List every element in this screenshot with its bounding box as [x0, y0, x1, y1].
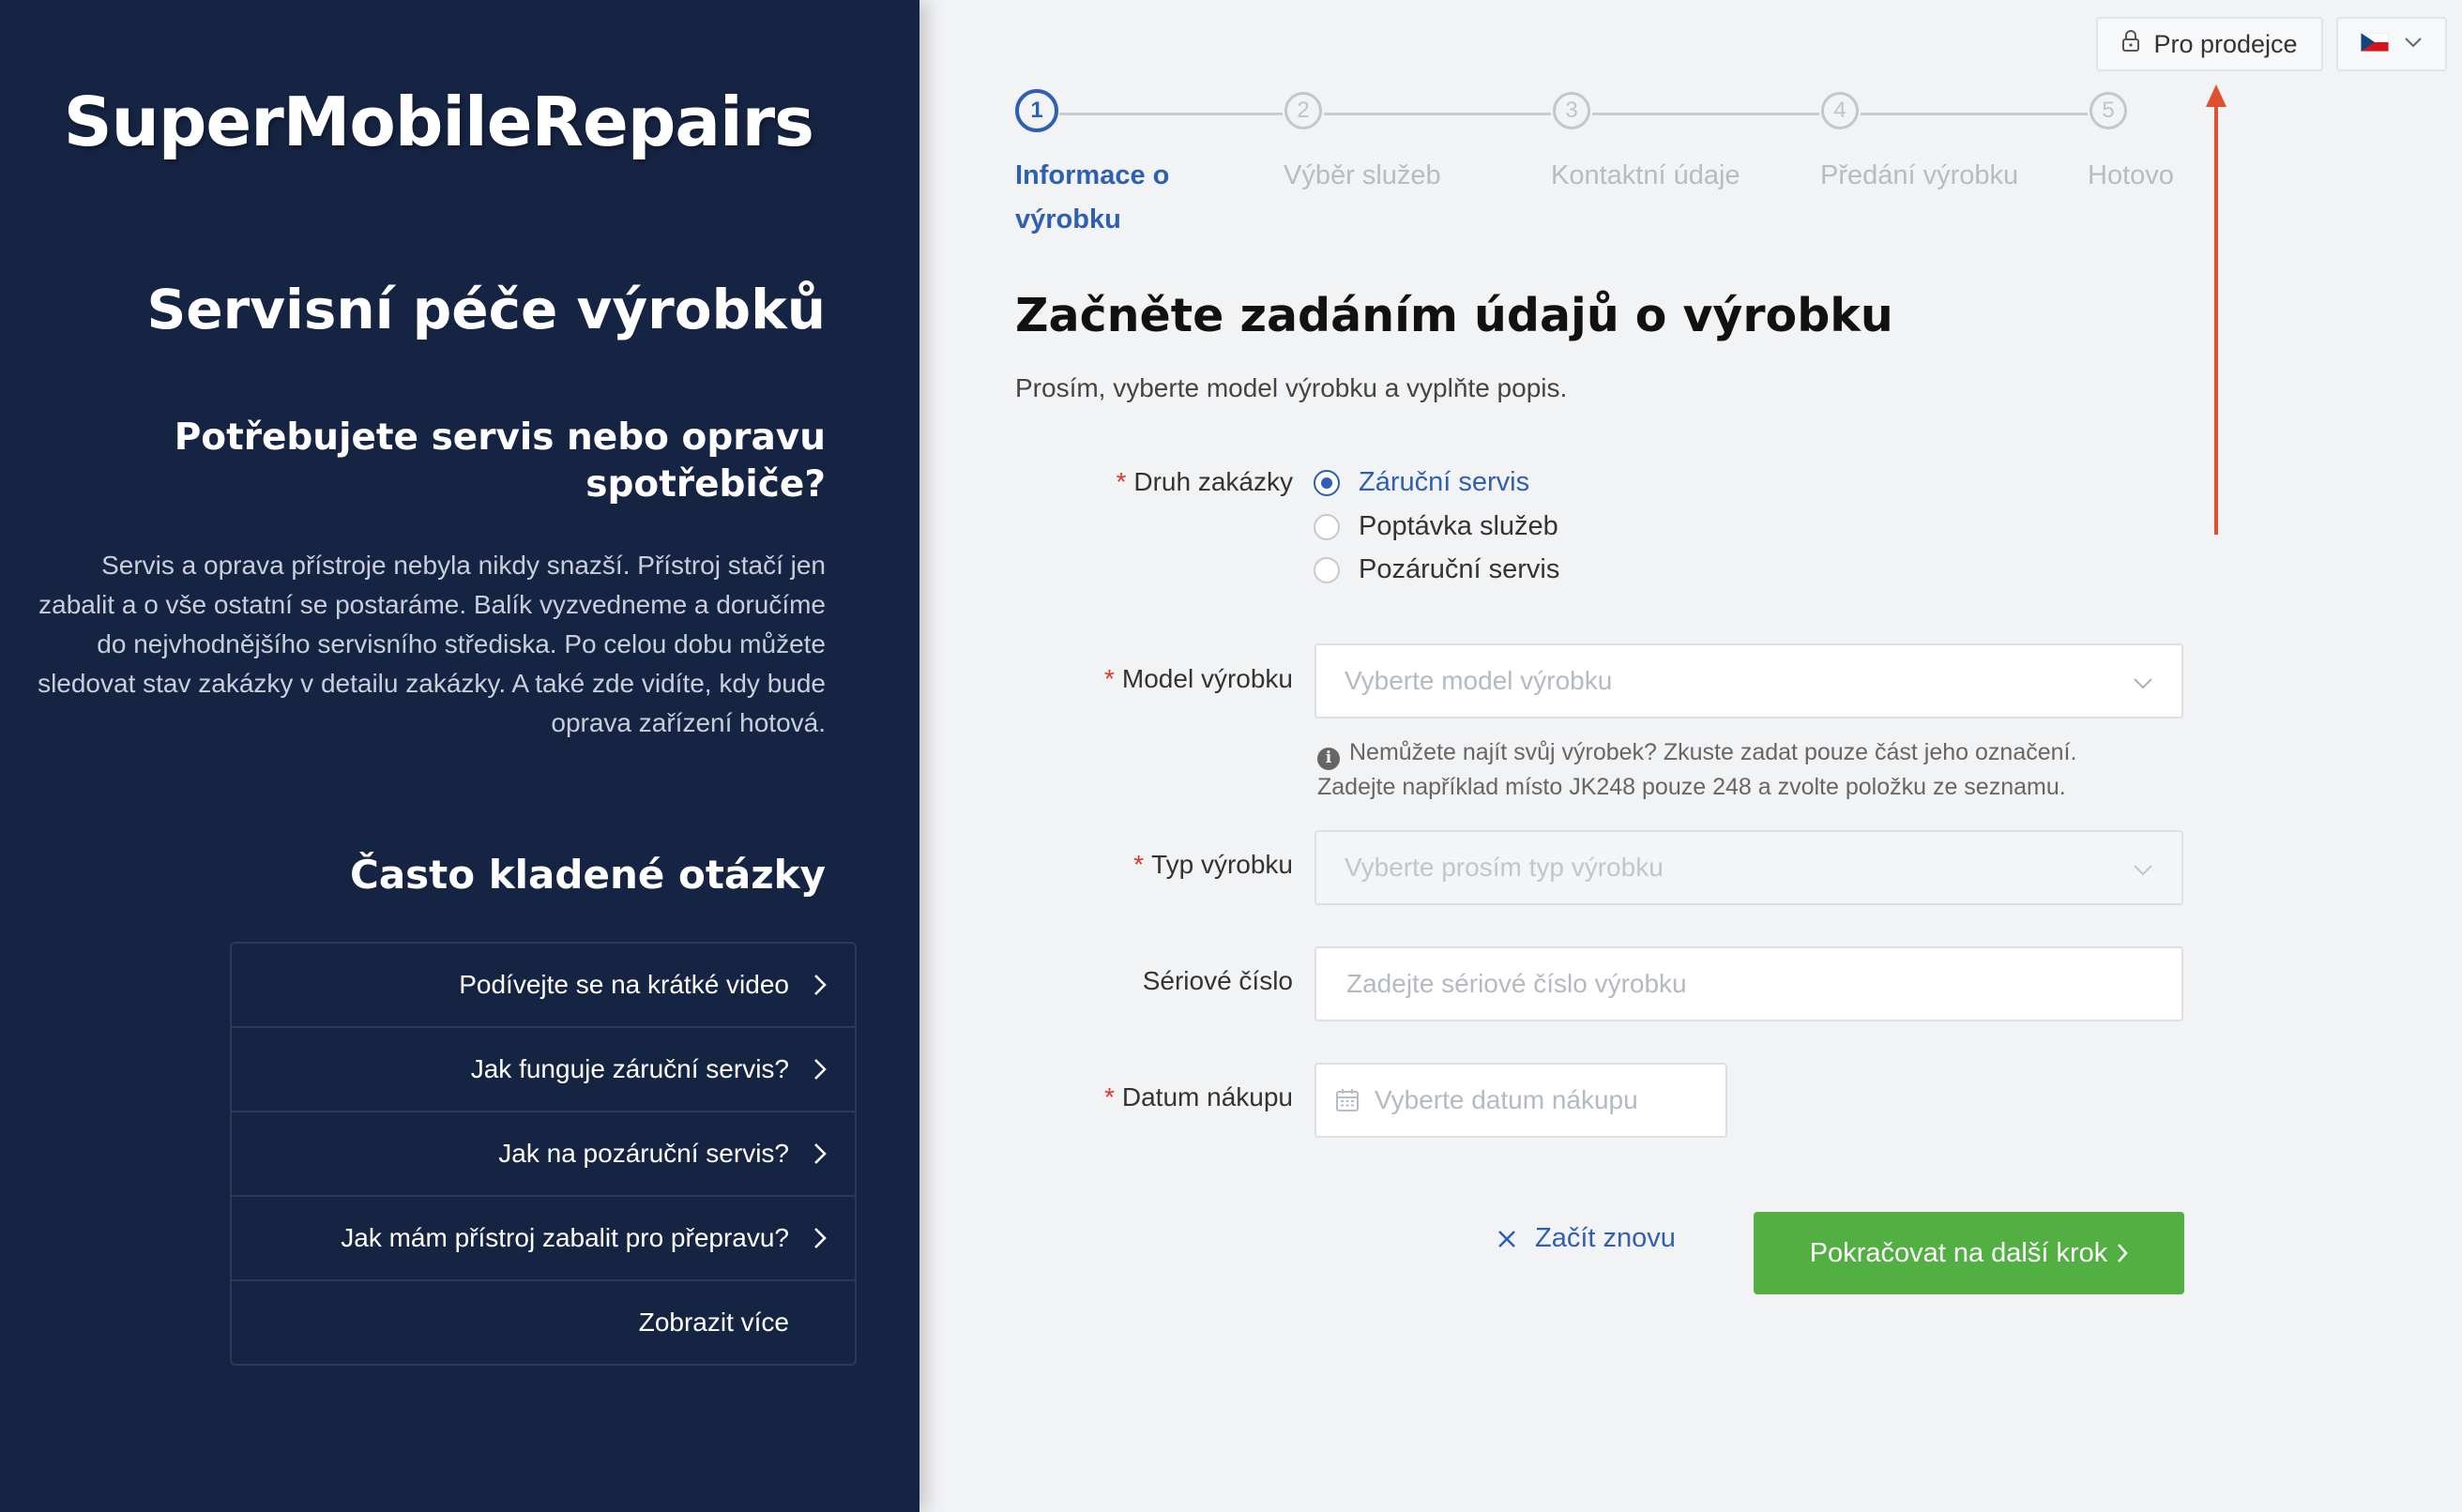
- continue-label: Pokračovat na další krok: [1809, 1237, 2108, 1268]
- required-mark: *: [1103, 1082, 1115, 1111]
- required-mark: *: [1116, 467, 1127, 496]
- form-title: Začněte zadáním údajů o výrobku: [1015, 289, 1893, 342]
- required-mark: *: [1104, 664, 1115, 693]
- product-type-placeholder: Vyberte prosím typ výrobku: [1345, 853, 1664, 882]
- faq-item-post-warranty[interactable]: Jak na pozáruční servis?: [232, 1112, 855, 1197]
- start-over-label: Začít znovu: [1535, 1223, 1676, 1253]
- radio-post-warranty-service[interactable]: Pozáruční servis: [1314, 554, 1559, 585]
- chevron-right-icon: [789, 1227, 827, 1249]
- language-selector[interactable]: [2336, 17, 2447, 71]
- faq-show-more[interactable]: Zobrazit více: [232, 1281, 855, 1364]
- step-connector: [1324, 113, 1551, 115]
- radio-button[interactable]: [1314, 513, 1340, 540]
- close-icon: [1497, 1230, 1516, 1248]
- step-3-indicator[interactable]: 3: [1553, 92, 1590, 129]
- step-connector: [1059, 113, 1283, 115]
- step-connector: [1861, 113, 2088, 115]
- step-4-indicator[interactable]: 4: [1821, 92, 1859, 129]
- serial-number-input[interactable]: [1345, 968, 2153, 1000]
- radio-label: Poptávka služeb: [1359, 511, 1558, 541]
- faq-item-packaging[interactable]: Jak mám přístroj zabalit pro přepravu?: [232, 1197, 855, 1281]
- sidebar-subtitle: Potřebujete servis nebo opravu spotřebič…: [174, 416, 826, 506]
- faq-item-warranty[interactable]: Jak funguje záruční servis?: [232, 1028, 855, 1112]
- required-mark: *: [1133, 850, 1145, 879]
- sidebar-title: Servisní péče výrobků: [146, 278, 827, 341]
- radio-label: Záruční servis: [1359, 467, 1530, 497]
- annotation-arrow-icon: [2206, 84, 2226, 535]
- chevron-down-icon: [2133, 853, 2153, 883]
- dealer-button[interactable]: Pro prodejce: [2096, 17, 2323, 71]
- step-2-indicator[interactable]: 2: [1284, 92, 1322, 129]
- sidebar-description: Servis a oprava přístroje nebyla nikdy s…: [38, 551, 826, 737]
- faq-item-label: Podívejte se na krátké video: [459, 970, 789, 999]
- model-select[interactable]: Vyberte model výrobku: [1315, 643, 2183, 718]
- chevron-right-icon: [789, 1142, 827, 1165]
- lock-icon: [2121, 29, 2140, 59]
- product-type-select[interactable]: Vyberte prosím typ výrobku: [1315, 830, 2183, 905]
- calendar-icon: [1335, 1088, 1360, 1112]
- order-type-label: * Druh zakázky: [1116, 467, 1293, 496]
- radio-button[interactable]: [1314, 556, 1340, 583]
- dealer-button-label: Pro prodejce: [2153, 29, 2298, 58]
- step-3-label[interactable]: Kontaktní údaje: [1551, 154, 1740, 198]
- purchase-date-field[interactable]: [1315, 1063, 1727, 1138]
- brand-logo[interactable]: SuperMobileRepairs: [64, 83, 814, 161]
- model-hint: i Nemůžete najít svůj výrobek? Zkuste zad…: [1317, 735, 2199, 805]
- serial-number-field[interactable]: [1315, 946, 2183, 1021]
- product-type-label: * Typ výrobku: [1133, 850, 1293, 879]
- model-hint-line1: Nemůžete najít svůj výrobek? Zkuste zada…: [1349, 739, 2077, 765]
- faq-show-more-label: Zobrazit více: [638, 1308, 789, 1337]
- faq-title: Často kladené otázky: [350, 852, 826, 898]
- radio-warranty-service[interactable]: Záruční servis: [1314, 467, 1529, 498]
- step-4-label[interactable]: Předání výrobku: [1820, 154, 2018, 198]
- step-5-indicator[interactable]: 5: [2090, 92, 2127, 129]
- chevron-right-icon: [2117, 1243, 2128, 1263]
- radio-button-checked[interactable]: [1314, 469, 1340, 496]
- cz-flag-icon: [2360, 32, 2390, 56]
- step-5-label[interactable]: Hotovo: [2088, 154, 2174, 198]
- radio-service-request[interactable]: Poptávka služeb: [1314, 511, 1558, 542]
- chevron-right-icon: [789, 974, 827, 996]
- model-select-placeholder: Vyberte model výrobku: [1345, 666, 1613, 695]
- serial-number-label: Sériové číslo: [1142, 966, 1293, 995]
- step-1-indicator[interactable]: 1: [1015, 89, 1058, 132]
- faq-list: Podívejte se na krátké video Jak funguje…: [230, 942, 857, 1366]
- step-connector: [1592, 113, 1819, 115]
- info-icon: i: [1317, 747, 1340, 770]
- model-hint-line2: Zadejte například místo JK248 pouze 248 …: [1317, 774, 2066, 800]
- chevron-down-icon: [2404, 36, 2423, 53]
- chevron-right-icon: [789, 1058, 827, 1081]
- faq-item-label: Jak na pozáruční servis?: [498, 1139, 789, 1168]
- form-subtitle: Prosím, vyberte model výrobku a vyplňte …: [1015, 373, 1568, 402]
- start-over-button[interactable]: Začít znovu: [1497, 1223, 1676, 1254]
- radio-label: Pozáruční servis: [1359, 554, 1560, 584]
- chevron-down-icon: [2133, 666, 2153, 696]
- faq-item-label: Jak mám přístroj zabalit pro přepravu?: [341, 1223, 789, 1252]
- step-1-label[interactable]: Informace o výrobku: [1015, 154, 1203, 242]
- continue-button[interactable]: Pokračovat na další krok: [1754, 1212, 2184, 1294]
- model-label: * Model výrobku: [1104, 664, 1293, 693]
- step-2-label[interactable]: Výběr služeb: [1284, 154, 1441, 198]
- faq-item-label: Jak funguje záruční servis?: [470, 1054, 789, 1083]
- purchase-date-input[interactable]: [1373, 1084, 1707, 1116]
- purchase-date-label: * Datum nákupu: [1103, 1082, 1293, 1111]
- faq-item-video[interactable]: Podívejte se na krátké video: [232, 944, 855, 1028]
- info-sidebar: SuperMobileRepairs Servisní péče výrobků…: [0, 0, 919, 1512]
